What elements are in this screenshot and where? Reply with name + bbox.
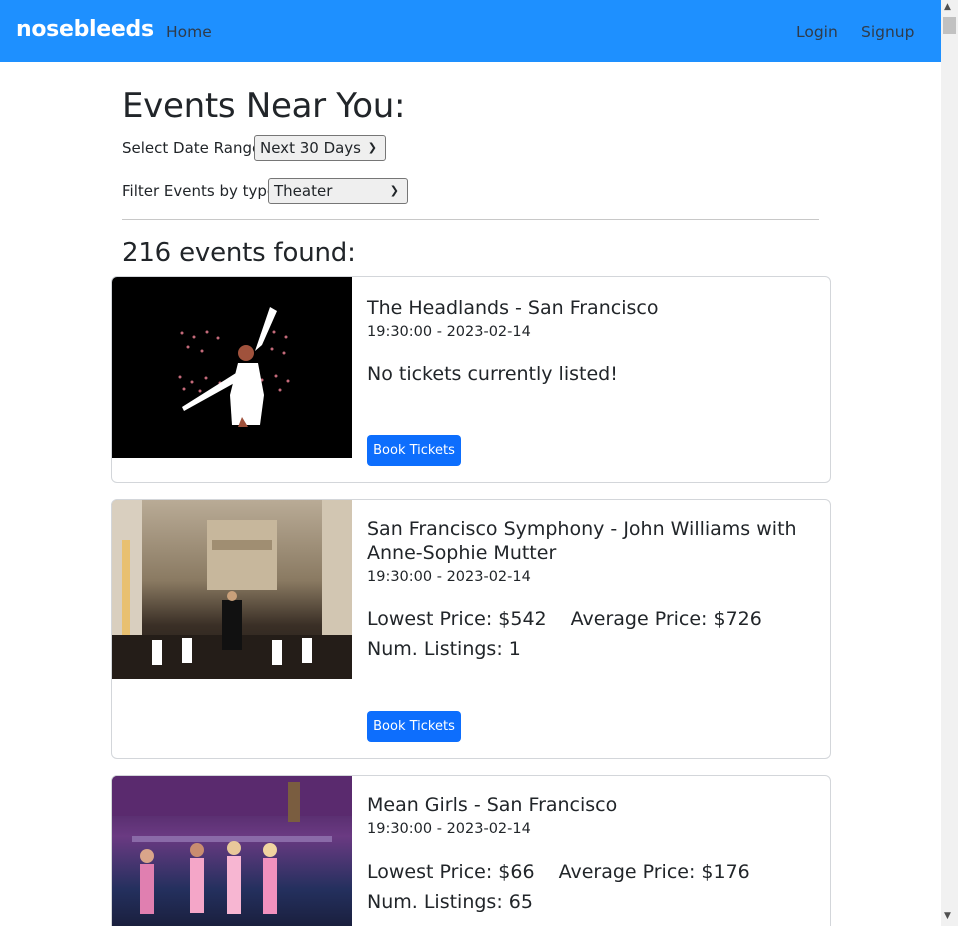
event-image[interactable] [112,277,352,458]
scroll-down-arrow-icon[interactable]: ▼ [944,911,951,921]
nav-signup-link[interactable]: Signup [861,23,914,41]
event-time: 19:30:00 - 2023-02-14 [367,324,531,340]
scroll-thumb[interactable] [943,17,956,34]
num-listings: Num. Listings: 65 [367,891,533,913]
event-title[interactable]: San Francisco Symphony - John Williams w… [367,517,797,565]
date-range-select[interactable]: Next 30 Days ❯ [254,135,386,161]
nav-home-link[interactable]: Home [166,23,212,41]
lowest-price: Lowest Price: $542 [367,608,547,630]
price-summary: Lowest Price: $66 Average Price: $176 Num.… [367,857,817,917]
event-title[interactable]: Mean Girls - San Francisco [367,793,797,817]
divider [122,219,819,220]
date-range-value: Next 30 Days [260,139,362,157]
no-tickets-message: No tickets currently listed! [367,363,618,385]
price-summary: Lowest Price: $542 Average Price: $726 Num… [367,604,817,664]
event-title[interactable]: The Headlands - San Francisco [367,296,797,320]
event-type-select[interactable]: Theater ❯ [268,178,408,204]
brand-logo[interactable]: nosebleeds [16,17,154,42]
scroll-up-arrow-icon[interactable]: ▲ [944,2,951,12]
num-listings: Num. Listings: 1 [367,638,521,660]
average-price: Average Price: $726 [570,608,762,630]
events-count: 216 events found: [122,238,356,268]
book-tickets-button[interactable]: Book Tickets [367,711,461,742]
vertical-scrollbar[interactable]: ▲ ▼ [941,0,958,926]
chevron-down-icon: ❯ [389,184,399,197]
top-navbar: nosebleeds Home Login Signup [0,0,941,62]
event-time: 19:30:00 - 2023-02-14 [367,569,531,585]
book-tickets-button[interactable]: Book Tickets [367,435,461,466]
nav-login-link[interactable]: Login [796,23,838,41]
event-type-value: Theater [274,182,333,200]
average-price: Average Price: $176 [558,861,750,883]
chevron-down-icon: ❯ [367,141,377,154]
date-range-label: Select Date Range: [122,139,267,157]
event-card: Mean Girls - San Francisco 19:30:00 - 20… [111,775,831,926]
lowest-price: Lowest Price: $66 [367,861,535,883]
event-image[interactable] [112,776,352,926]
page-title: Events Near You: [122,86,406,126]
event-image[interactable] [112,500,352,679]
event-card: San Francisco Symphony - John Williams w… [111,499,831,759]
event-time: 19:30:00 - 2023-02-14 [367,821,531,837]
event-type-label: Filter Events by type: [122,182,282,200]
event-card: The Headlands - San Francisco 19:30:00 -… [111,276,831,483]
